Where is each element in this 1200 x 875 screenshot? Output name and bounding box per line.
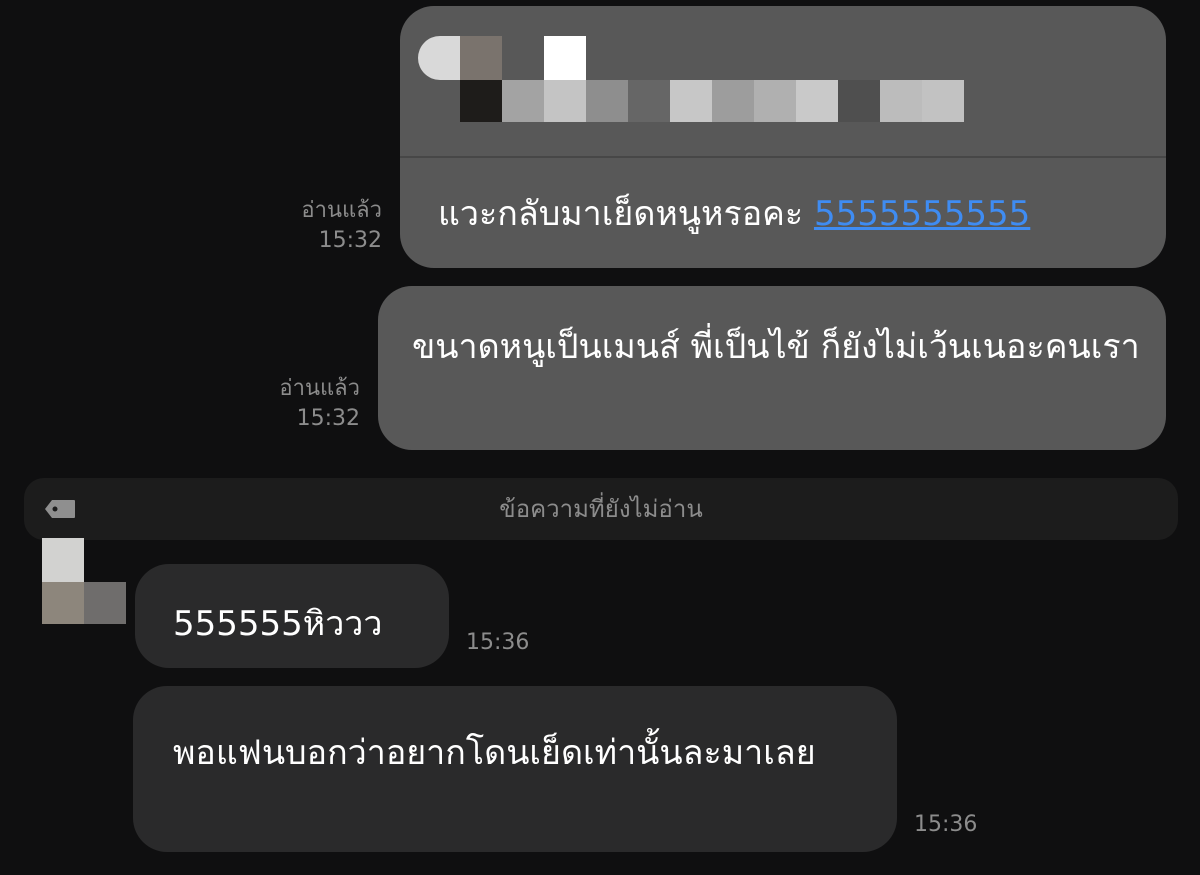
- pixel-block: [922, 80, 964, 122]
- message-text-body: แวะกลับมาเย็ดหนูหรอคะ: [438, 194, 814, 234]
- message-time: 15:32: [318, 228, 382, 253]
- pixel-block: [796, 80, 838, 122]
- pixel-block: [84, 582, 126, 624]
- pixel-block: [544, 36, 586, 80]
- read-receipt: อ่านแล้ว: [279, 376, 360, 401]
- read-receipt: อ่านแล้ว: [301, 198, 382, 223]
- message-text: 555555หิววว: [173, 604, 383, 644]
- unread-messages-divider: ข้อความที่ยังไม่อ่าน: [24, 478, 1178, 540]
- pixel-block: [880, 80, 922, 122]
- pixel-block: [544, 80, 586, 122]
- pixel-block: [712, 80, 754, 122]
- incoming-message-bubble[interactable]: 555555หิววว: [135, 564, 449, 668]
- pixel-block: [460, 36, 502, 80]
- message-time: 15:32: [296, 406, 360, 431]
- message-meta: อ่านแล้ว 15:32: [250, 196, 382, 256]
- pixel-block: [502, 80, 544, 122]
- message-link[interactable]: 5555555555: [814, 194, 1030, 234]
- outgoing-message-bubble[interactable]: ขนาดหนูเป็นเมนส์ พี่เป็นไข้ ก็ยังไม่เว้น…: [378, 286, 1166, 450]
- message-time: 15:36: [914, 812, 978, 837]
- chat-screen: แวะกลับมาเย็ดหนูหรอคะ 5555555555 อ่านแล้…: [0, 0, 1200, 875]
- pixel-block: [42, 582, 84, 624]
- pixel-block: [838, 80, 880, 122]
- message-text: แวะกลับมาเย็ดหนูหรอคะ 5555555555: [438, 192, 1030, 236]
- pixel-block: [586, 80, 628, 122]
- pixel-block: [42, 538, 84, 582]
- message-text: ขนาดหนูเป็นเมนส์ พี่เป็นไข้ ก็ยังไม่เว้น…: [412, 327, 1140, 367]
- pixel-block: [670, 80, 712, 122]
- incoming-message-bubble[interactable]: พอแฟนบอกว่าอยากโดนเย็ดเท่านั้นละมาเลย: [133, 686, 897, 852]
- message-time: 15:36: [466, 630, 530, 655]
- message-meta: อ่านแล้ว 15:32: [228, 374, 360, 434]
- quoted-preview-pixelated[interactable]: [400, 6, 1166, 158]
- outgoing-message-bubble[interactable]: แวะกลับมาเย็ดหนูหรอคะ 5555555555: [400, 6, 1166, 268]
- avatar[interactable]: [42, 538, 126, 624]
- pixel-block: [418, 36, 460, 80]
- pixel-block: [754, 80, 796, 122]
- pixel-block: [460, 80, 502, 122]
- unread-divider-label: ข้อความที่ยังไม่อ่าน: [499, 495, 703, 523]
- pixel-block: [628, 80, 670, 122]
- message-text: พอแฟนบอกว่าอยากโดนเย็ดเท่านั้นละมาเลย: [173, 733, 816, 773]
